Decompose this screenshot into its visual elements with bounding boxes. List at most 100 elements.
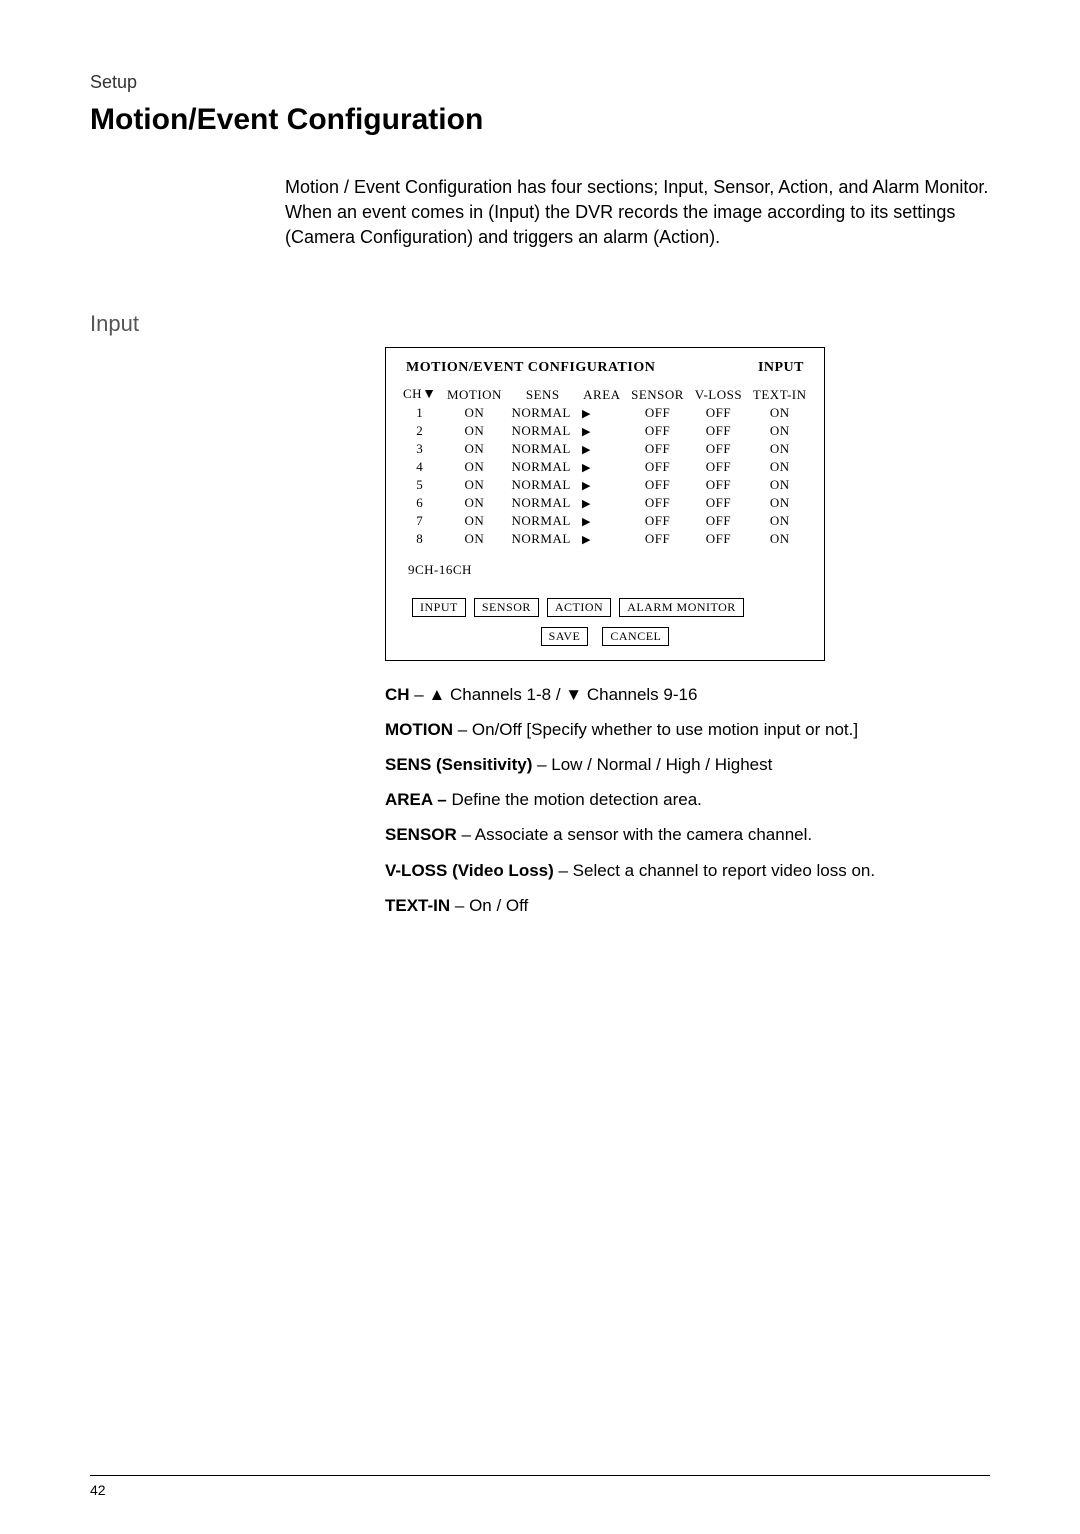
definition-label: CH [385,685,410,704]
cell-textin: ON [747,458,812,476]
cell-ch: 3 [398,440,441,458]
tab-sensor[interactable]: SENSOR [474,598,539,617]
col-vloss: V-LOSS [689,386,747,404]
col-motion: MOTION [441,386,507,404]
cell-sens: NORMAL [507,404,578,422]
cell-textin: ON [747,530,812,548]
definition-label: V-LOSS (Video Loss) [385,861,554,880]
page-number: 42 [90,1482,106,1498]
arrow-right-icon: ▶ [582,534,591,546]
col-ch: CH [403,386,422,401]
intro-paragraph: Motion / Event Configuration has four se… [285,175,990,251]
cell-sens: NORMAL [507,458,578,476]
definition-item: TEXT-IN – On / Off [385,892,990,919]
definition-text: Define the motion detection area. [447,790,702,809]
definition-label: SENS (Sensitivity) [385,755,532,774]
definition-item: V-LOSS (Video Loss) – Select a channel t… [385,857,990,884]
definition-item: AREA – Define the motion detection area. [385,786,990,813]
cell-ch: 1 [398,404,441,422]
arrow-right-icon: ▶ [582,498,591,510]
cell-motion: ON [441,494,507,512]
cell-motion: ON [441,476,507,494]
col-sens: SENS [507,386,578,404]
table-row: 5ONNORMAL▶OFFOFFON [398,476,812,494]
config-title-left: MOTION/EVENT CONFIGURATION [406,360,655,376]
cell-area[interactable]: ▶ [578,512,626,530]
cell-textin: ON [747,440,812,458]
sub-heading-input: Input [90,311,990,337]
cell-textin: ON [747,476,812,494]
page-heading: Motion/Event Configuration [90,103,990,137]
cell-textin: ON [747,404,812,422]
arrow-right-icon: ▶ [582,462,591,474]
cell-vloss: OFF [689,530,747,548]
cell-sensor: OFF [626,440,690,458]
cell-vloss: OFF [689,440,747,458]
cell-ch: 8 [398,530,441,548]
cell-sens: NORMAL [507,476,578,494]
cell-area[interactable]: ▶ [578,494,626,512]
arrow-right-icon: ▶ [582,408,591,420]
cell-motion: ON [441,530,507,548]
cell-sens: NORMAL [507,422,578,440]
definition-label: SENSOR [385,825,457,844]
cell-sensor: OFF [626,458,690,476]
section-label: Setup [90,72,990,93]
cell-sensor: OFF [626,404,690,422]
tab-alarm-monitor[interactable]: ALARM MONITOR [619,598,744,617]
cell-area[interactable]: ▶ [578,476,626,494]
table-row: 1ONNORMAL▶OFFOFFON [398,404,812,422]
col-textin: TEXT-IN [747,386,812,404]
definition-label: TEXT-IN [385,896,450,915]
cancel-button[interactable]: CANCEL [602,627,669,646]
config-title-right: INPUT [758,360,804,376]
table-row: 6ONNORMAL▶OFFOFFON [398,494,812,512]
cell-ch: 2 [398,422,441,440]
definition-label: AREA – [385,790,447,809]
cell-motion: ON [441,422,507,440]
cell-vloss: OFF [689,512,747,530]
cell-area[interactable]: ▶ [578,422,626,440]
cell-vloss: OFF [689,422,747,440]
cell-sensor: OFF [626,494,690,512]
definition-text: – Associate a sensor with the camera cha… [457,825,812,844]
arrow-right-icon: ▶ [582,480,591,492]
table-row: 4ONNORMAL▶OFFOFFON [398,458,812,476]
table-header-row: CH▼ MOTION SENS AREA SENSOR V-LOSS TEXT-… [398,386,812,404]
save-button[interactable]: SAVE [541,627,589,646]
cell-vloss: OFF [689,458,747,476]
definition-text: – Low / Normal / High / Highest [532,755,772,774]
cell-area[interactable]: ▶ [578,404,626,422]
config-panel: MOTION/EVENT CONFIGURATION INPUT CH▼ MOT… [385,347,825,661]
cell-sens: NORMAL [507,530,578,548]
cell-sens: NORMAL [507,512,578,530]
definitions-list: CH – ▲ Channels 1-8 / ▼ Channels 9-16MOT… [385,681,990,919]
col-sensor: SENSOR [626,386,690,404]
cell-sens: NORMAL [507,440,578,458]
definition-label: MOTION [385,720,453,739]
tab-row: INPUT SENSOR ACTION ALARM MONITOR [398,598,812,617]
arrow-right-icon: ▶ [582,426,591,438]
cell-ch: 7 [398,512,441,530]
table-row: 2ONNORMAL▶OFFOFFON [398,422,812,440]
cell-sensor: OFF [626,476,690,494]
cell-sens: NORMAL [507,494,578,512]
cell-area[interactable]: ▶ [578,530,626,548]
cell-ch: 4 [398,458,441,476]
cell-textin: ON [747,494,812,512]
cell-motion: ON [441,440,507,458]
tab-input[interactable]: INPUT [412,598,466,617]
arrow-right-icon: ▶ [582,516,591,528]
table-row: 8ONNORMAL▶OFFOFFON [398,530,812,548]
cell-vloss: OFF [689,404,747,422]
cell-area[interactable]: ▶ [578,440,626,458]
tab-action[interactable]: ACTION [547,598,611,617]
footer-rule [90,1475,990,1476]
channel-range-label: 9CH-16CH [398,548,812,598]
cell-area[interactable]: ▶ [578,458,626,476]
definition-text: – On/Off [Specify whether to use motion … [453,720,858,739]
cell-sensor: OFF [626,422,690,440]
button-row: SAVE CANCEL [398,627,812,646]
cell-vloss: OFF [689,494,747,512]
definition-item: SENS (Sensitivity) – Low / Normal / High… [385,751,990,778]
